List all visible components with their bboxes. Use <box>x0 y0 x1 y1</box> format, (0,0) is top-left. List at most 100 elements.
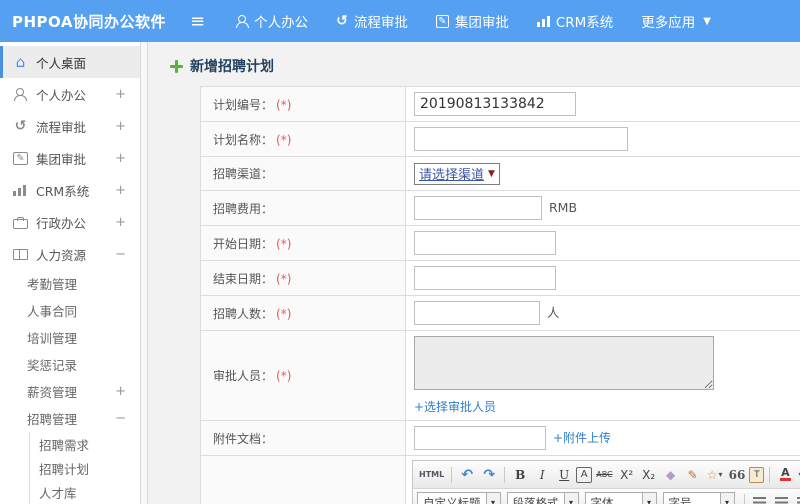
select-value: 请选择渠道 <box>419 168 485 183</box>
sidebar-item-recruit-demand[interactable]: 招聘需求 <box>29 432 140 456</box>
person-icon <box>235 14 249 28</box>
sidebar-item-label: CRM系统 <box>36 183 90 199</box>
bold-button[interactable]: B <box>510 465 530 485</box>
paste-icon[interactable]: T <box>749 466 765 483</box>
recruit-channel-select[interactable]: 请选择渠道 ▼ <box>414 162 500 185</box>
edit-icon: ✎ <box>13 151 28 165</box>
sidebar-item-label: 考勤管理 <box>27 277 78 292</box>
sidebar-item-attendance[interactable]: 考勤管理 <box>0 270 140 297</box>
end-date-input[interactable] <box>414 266 556 290</box>
sidebar-item-label: 人事合同 <box>27 304 78 319</box>
combo-value: 字体 <box>590 496 614 504</box>
undo-icon[interactable]: ↶ <box>457 465 477 485</box>
caret-down-icon: ▾ <box>718 470 723 479</box>
sidebar-item-hr-contract[interactable]: 人事合同 <box>0 297 140 324</box>
nav-group-approval[interactable]: ✎ 集团审批 <box>435 11 509 31</box>
sidebar-item-label: 招聘需求 <box>39 437 90 453</box>
font-size-combo[interactable]: 字号 ▾ <box>662 492 735 504</box>
subscript-button[interactable]: X₂ <box>639 465 659 485</box>
sidebar-item-desktop[interactable]: ⌂ 个人桌面 <box>0 46 140 78</box>
toolbar-separator <box>504 466 506 483</box>
format-magic-icon[interactable]: ☆ ▾ <box>705 465 725 485</box>
nav-more-apps[interactable]: 更多应用 ▼ <box>641 11 711 31</box>
page-title: 新增招聘计划 <box>170 56 800 76</box>
bar-chart-icon <box>13 184 28 196</box>
autotypeset-button[interactable]: A <box>576 466 593 483</box>
page-title-text: 新增招聘计划 <box>190 59 274 75</box>
align-left-icon[interactable] <box>750 492 770 504</box>
nav-label: 流程审批 <box>353 15 408 31</box>
redo-icon[interactable]: ↷ <box>479 465 499 485</box>
sidebar-item-personal-office[interactable]: 个人办公 + <box>0 78 140 110</box>
field-label: 招聘渠道： <box>213 167 274 181</box>
sidebar-item-salary[interactable]: 薪资管理 + <box>0 378 140 405</box>
currency-suffix: RMB <box>549 200 578 215</box>
custom-title-combo[interactable]: 自定义标题 ▾ <box>417 492 501 504</box>
sidebar-item-label: 个人办公 <box>36 87 87 103</box>
sidebar-item-workflow-approval[interactable]: ↺ 流程审批 + <box>0 110 140 142</box>
caret-down-icon: ▾ <box>563 493 578 504</box>
sidebar-item-recruit-mgmt[interactable]: 招聘管理 − <box>0 405 140 432</box>
attachment-upload-link[interactable]: +附件上传 <box>553 431 611 445</box>
sidebar-item-crm[interactable]: CRM系统 + <box>0 174 140 206</box>
sidebar-item-talent-pool[interactable]: 人才库 <box>29 480 140 504</box>
align-center-icon[interactable] <box>772 492 792 504</box>
approver-textarea[interactable] <box>414 336 714 390</box>
flow-arrow-icon: ↺ <box>14 117 27 134</box>
sidebar-item-recruit-plan[interactable]: 招聘计划 <box>29 456 140 480</box>
headcount-input[interactable] <box>414 301 540 325</box>
expand-toggle[interactable]: + <box>115 384 126 399</box>
toolbar-separator <box>743 494 745 504</box>
attachment-input[interactable] <box>414 426 546 450</box>
sidebar-item-group-approval[interactable]: ✎ 集团审批 + <box>0 142 140 174</box>
underline-button[interactable]: U <box>554 465 574 485</box>
html-source-button[interactable]: HTML <box>417 465 446 485</box>
italic-button[interactable]: I <box>532 465 552 485</box>
superscript-button[interactable]: X² <box>617 465 637 485</box>
sidebar-item-label: 人力资源 <box>36 247 87 263</box>
people-suffix: 人 <box>547 305 560 320</box>
expand-toggle[interactable]: + <box>115 183 126 198</box>
sidebar-item-label: 人才库 <box>39 485 77 501</box>
field-label: 计划名称： <box>213 132 274 147</box>
recruit-fee-input[interactable] <box>414 196 542 220</box>
strikethrough-button[interactable]: ABC <box>594 465 614 485</box>
expand-toggle[interactable]: + <box>115 151 126 166</box>
font-color-button[interactable]: A <box>775 465 795 485</box>
expand-toggle[interactable]: + <box>115 87 126 102</box>
expand-toggle[interactable]: + <box>115 119 126 134</box>
sidebar-item-rewards[interactable]: 奖惩记录 <box>0 351 140 378</box>
table-row: 附件文档： +附件上传 <box>200 420 800 456</box>
sidebar-item-label: 薪资管理 <box>27 385 78 400</box>
nav-crm-system[interactable]: CRM系统 <box>536 11 613 31</box>
expand-toggle[interactable]: + <box>115 215 126 230</box>
toolbar-separator <box>769 466 771 483</box>
nav-label: 更多应用 <box>641 15 696 31</box>
sidebar-item-training[interactable]: 培训管理 <box>0 324 140 351</box>
expand-toggle[interactable]: − <box>115 411 126 426</box>
table-row: 招聘渠道： 请选择渠道 ▼ <box>200 156 800 191</box>
plan-name-input[interactable] <box>414 127 628 151</box>
font-family-combo[interactable]: 字体 ▾ <box>584 492 657 504</box>
sidebar-item-hr[interactable]: 人力资源 − <box>0 238 140 270</box>
briefcase-icon <box>13 216 28 229</box>
plan-number-input[interactable] <box>414 92 576 116</box>
eraser-icon[interactable]: ◆ <box>661 465 681 485</box>
blockquote-button[interactable]: 66 <box>727 465 748 485</box>
expand-toggle[interactable]: − <box>115 247 126 262</box>
magic-glyph: ☆ <box>706 467 718 482</box>
start-date-input[interactable] <box>414 231 556 255</box>
align-right-icon[interactable] <box>794 492 800 504</box>
hamburger-menu-icon[interactable]: ≡ <box>190 11 205 32</box>
field-label: 附件文档： <box>213 431 274 446</box>
paragraph-format-combo[interactable]: 段落格式 ▾ <box>506 492 579 504</box>
nav-workflow-approval[interactable]: ↺ 流程审批 <box>336 11 408 32</box>
select-caret-icon: ▼ <box>488 168 495 179</box>
format-brush-icon[interactable]: ✎ <box>683 465 703 485</box>
nav-personal-office[interactable]: 个人办公 <box>235 11 308 31</box>
sidebar-scrollbar[interactable] <box>140 42 148 504</box>
recruit-plan-form: 计划编号：(*) 计划名称：(*) 招聘渠道： 请选择渠道 ▼ <box>200 86 800 504</box>
choose-approver-link[interactable]: +选择审批人员 <box>414 400 496 414</box>
sidebar-item-admin-office[interactable]: 行政办公 + <box>0 206 140 238</box>
bar-chart-icon <box>536 15 550 27</box>
